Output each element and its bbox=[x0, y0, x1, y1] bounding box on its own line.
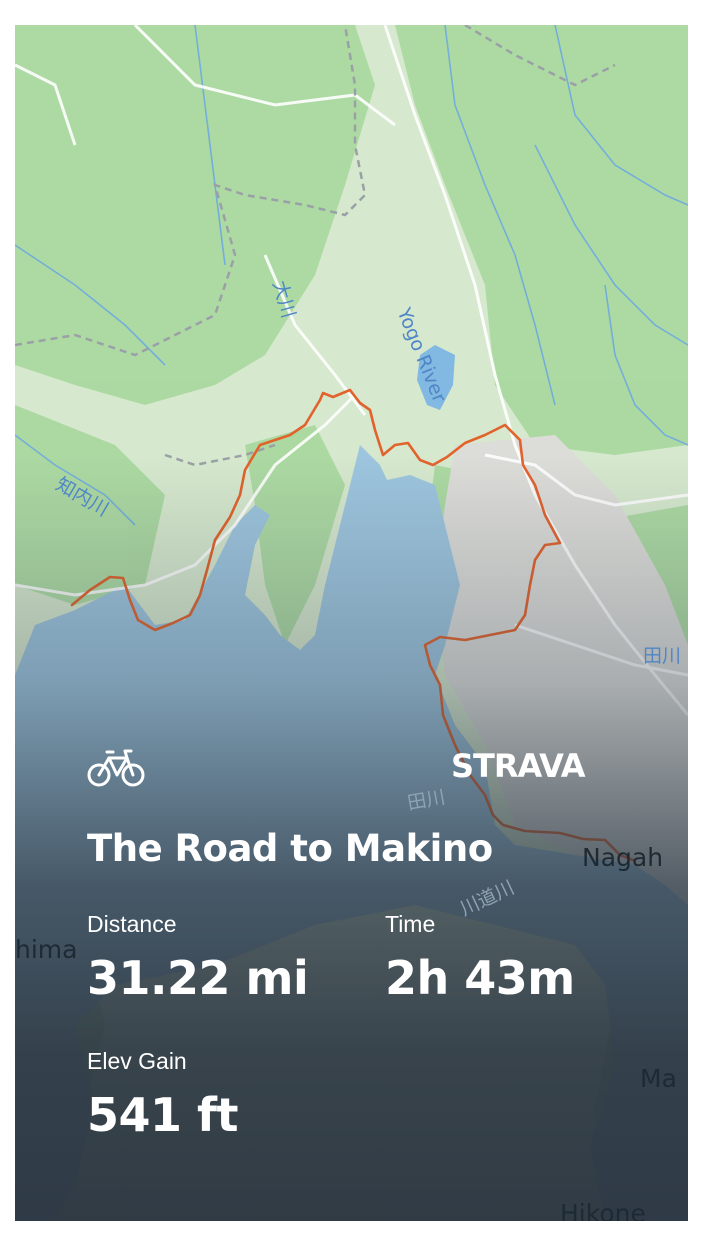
map-label-ma: Ma bbox=[640, 1064, 677, 1093]
map-label-nagahama: Nagah bbox=[582, 843, 664, 872]
distance-value: 31.22 mi bbox=[87, 951, 309, 1005]
time-value: 2h 43m bbox=[385, 951, 575, 1005]
elevation-value: 541 ft bbox=[87, 1088, 239, 1142]
map-label-hikone: Hikone bbox=[560, 1199, 646, 1221]
elevation-label: Elev Gain bbox=[87, 1048, 187, 1074]
route-map bbox=[15, 25, 688, 1221]
distance-label: Distance bbox=[87, 911, 177, 937]
bike-icon bbox=[87, 749, 145, 787]
map-label-tagawa-east: 田川 bbox=[643, 645, 682, 667]
time-label: Time bbox=[385, 911, 436, 937]
activity-share-card: Yogo River 大川 知内川 田川 田川 川道川 Nagah hima M… bbox=[15, 25, 688, 1221]
activity-title: The Road to Makino bbox=[87, 827, 493, 870]
map-label-hima: hima bbox=[15, 935, 78, 964]
strava-logo: STRAVA bbox=[451, 747, 585, 785]
